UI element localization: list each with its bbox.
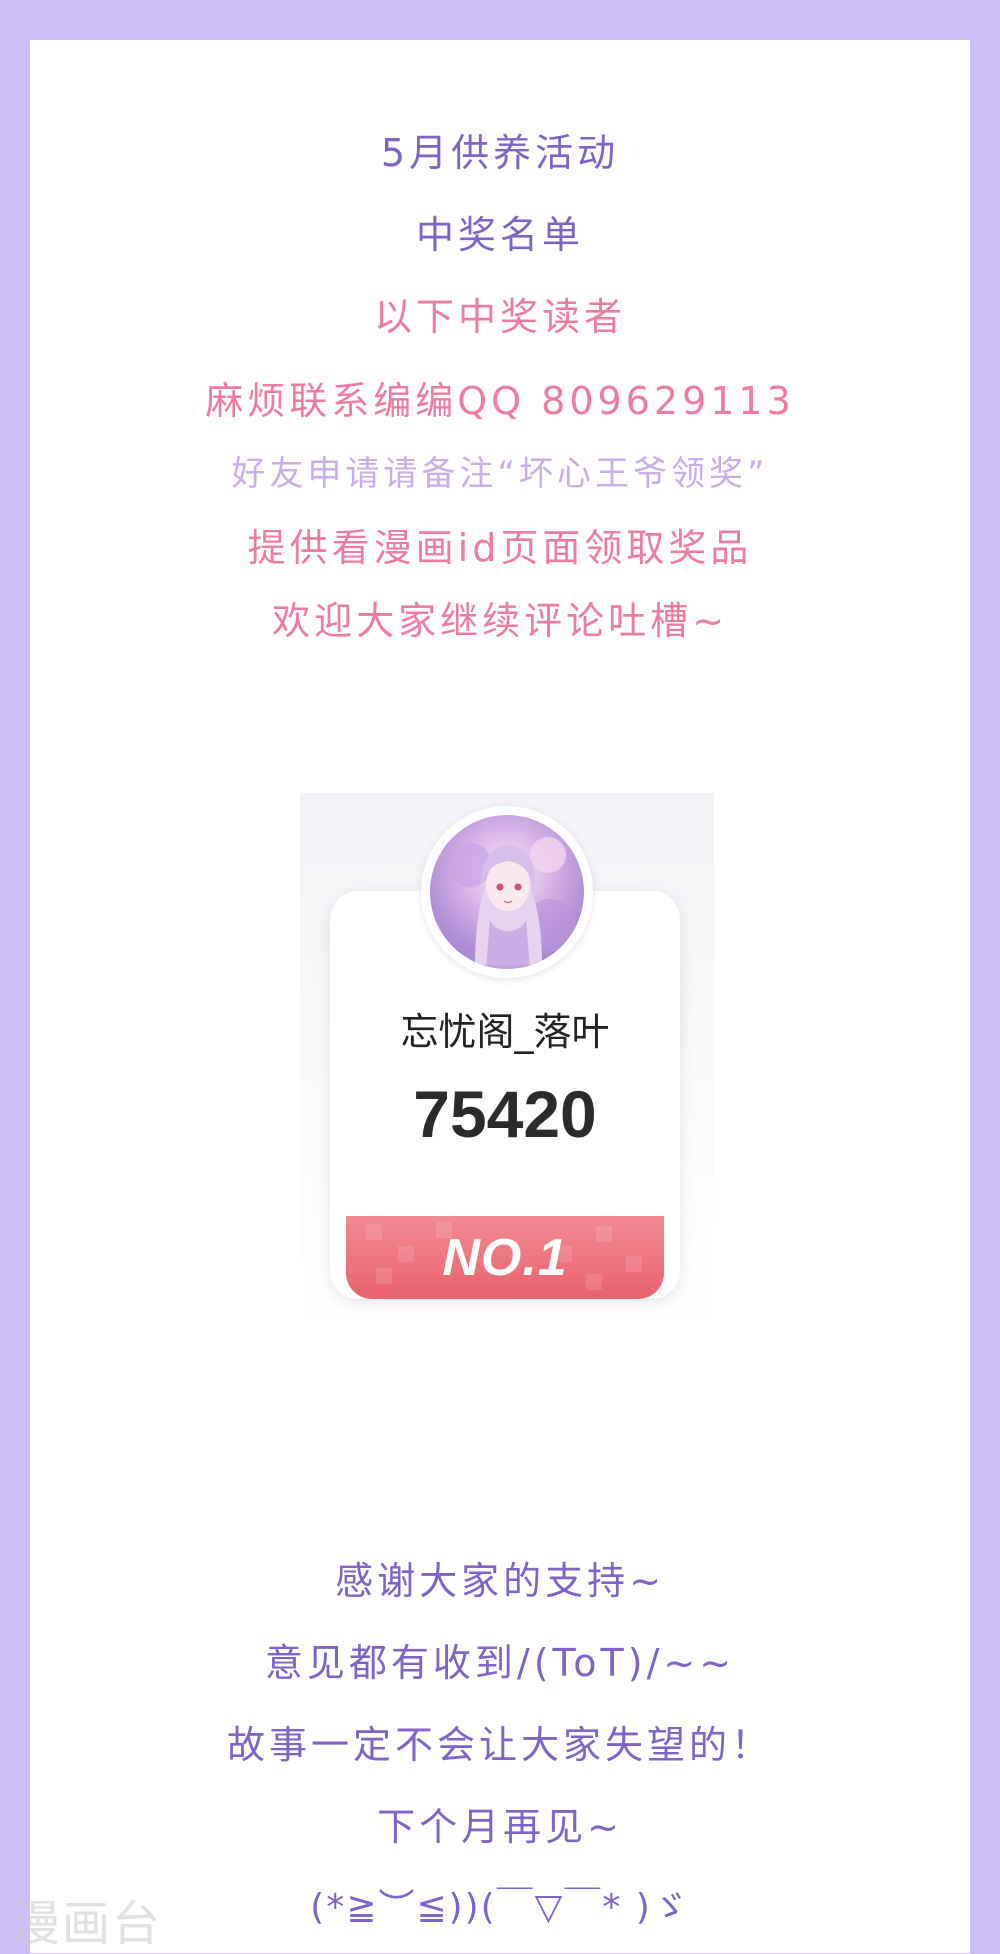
thanks-text: 感谢大家的支持~ [335, 1559, 665, 1603]
winner-card-area: 忘忧阁_落叶 75420 NO.1 [300, 793, 714, 1339]
rank-banner: NO.1 [346, 1216, 664, 1299]
avatar [430, 815, 584, 969]
winner-intro: 以下中奖读者 [373, 295, 626, 339]
see-you-text: 下个月再见~ [377, 1805, 623, 1849]
rank-label: NO.1 [442, 1229, 568, 1287]
contact-qq: 麻烦联系编编QQ 809629113 [205, 379, 795, 423]
winner-score: 75420 [413, 1077, 597, 1151]
welcome-comments: 欢迎大家继续评论吐槽~ [272, 599, 728, 643]
story-promise-text: 故事一定不会让大家失望的！ [226, 1723, 773, 1767]
event-title: 5月供养活动 [380, 131, 620, 175]
avatar-frame [421, 806, 593, 978]
winner-name: 忘忧阁_落叶 [400, 1010, 610, 1054]
winner-list-title: 中奖名单 [415, 213, 584, 257]
avatar-illustration [448, 837, 576, 969]
watermark-logo: 漫画台 [12, 1896, 163, 1952]
claim-instruction: 提供看漫画id页面领取奖品 [247, 526, 753, 570]
friend-request-note: 好友申请请备注“坏心王爷领奖” [231, 454, 769, 494]
feedback-text: 意见都有收到/(ToT)/~~ [264, 1641, 736, 1685]
